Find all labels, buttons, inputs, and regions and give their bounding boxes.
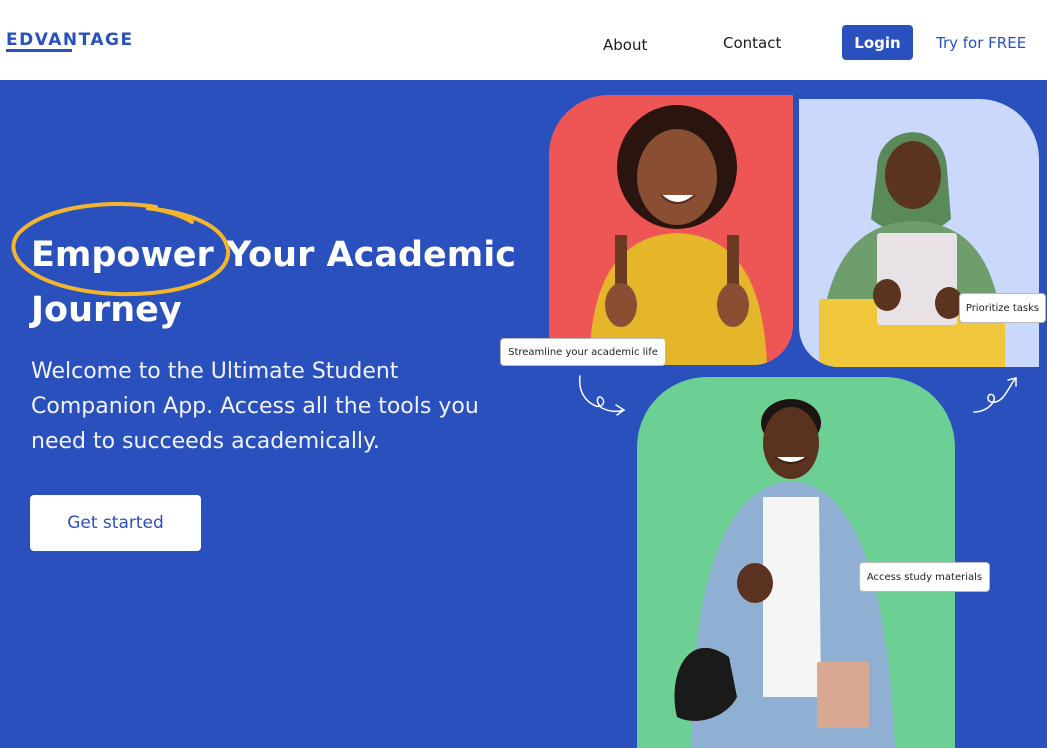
try-free-link[interactable]: Try for FREE bbox=[936, 34, 1026, 52]
nav-link-about[interactable]: About bbox=[603, 36, 647, 54]
hero-headline-rest: Your Academic bbox=[226, 235, 516, 275]
brand-logo[interactable]: EDVANTAGE bbox=[6, 30, 134, 50]
tag-streamline: Streamline your academic life bbox=[500, 338, 666, 366]
photo-card-student-2 bbox=[799, 99, 1039, 367]
get-started-button[interactable]: Get started bbox=[30, 495, 201, 551]
hand-drawn-circle-icon bbox=[11, 202, 231, 297]
tag-access: Access study materials bbox=[859, 562, 990, 592]
hero-subtext: Welcome to the Ultimate Student Companio… bbox=[31, 359, 479, 454]
nav-link-contact[interactable]: Contact bbox=[723, 34, 781, 52]
brand-logo-underline bbox=[6, 49, 72, 52]
tag-prioritize: Prioritize tasks bbox=[959, 293, 1046, 323]
login-button[interactable]: Login bbox=[842, 25, 913, 60]
curly-arrow-down-right-icon bbox=[578, 375, 626, 416]
student-portrait-2 bbox=[819, 132, 1005, 367]
student-portrait-1 bbox=[589, 105, 767, 365]
top-nav: EDVANTAGE About Contact Login Try for FR… bbox=[0, 0, 1047, 80]
curly-arrow-up-right-icon bbox=[973, 377, 1017, 413]
photo-card-student-1 bbox=[549, 95, 793, 365]
